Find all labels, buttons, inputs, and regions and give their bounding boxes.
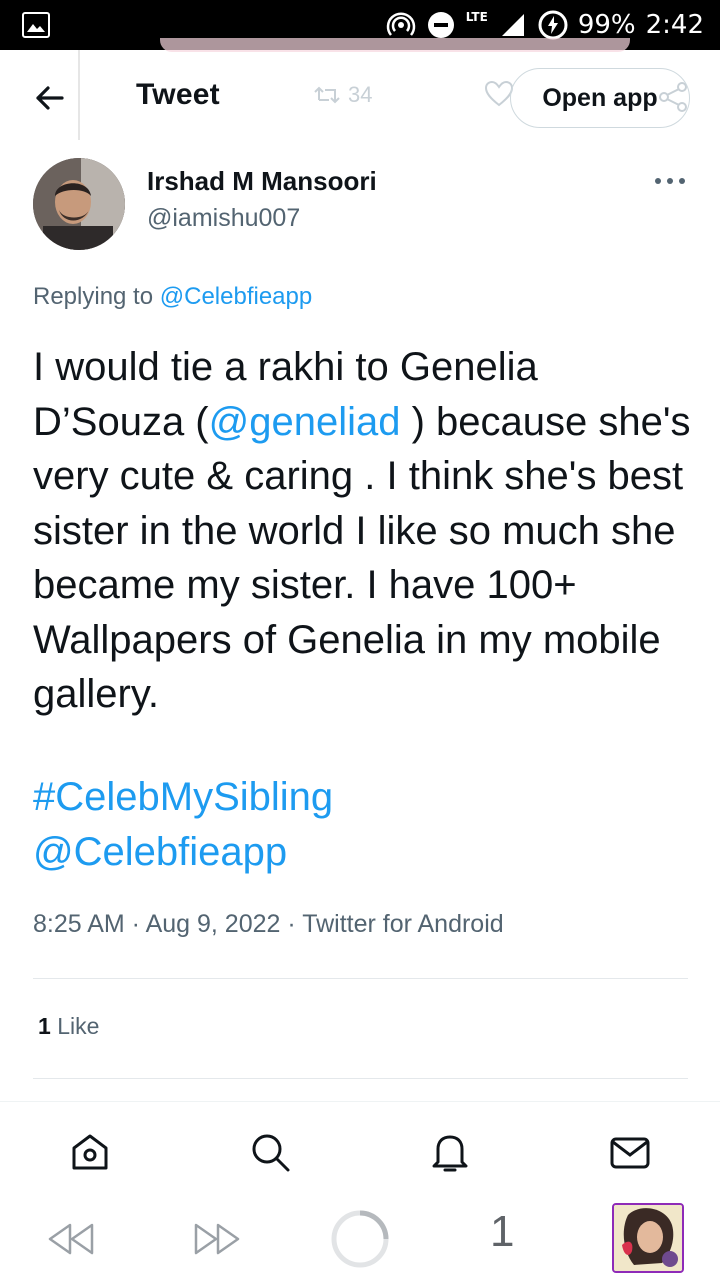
back-arrow-icon[interactable] bbox=[30, 78, 70, 118]
browser-toolbar: 1 bbox=[0, 1197, 720, 1280]
loading-spinner-icon[interactable] bbox=[330, 1209, 390, 1269]
tweet-header: Tweet Open app bbox=[0, 50, 720, 146]
page-title: Tweet bbox=[136, 78, 220, 111]
mention-link[interactable]: @geneliad bbox=[209, 400, 401, 444]
messages-icon[interactable] bbox=[608, 1130, 652, 1174]
search-icon[interactable] bbox=[248, 1130, 292, 1174]
author-handle[interactable]: @iamishu007 bbox=[147, 204, 300, 233]
mention-link[interactable]: @Celebfieapp bbox=[33, 825, 333, 880]
avatar[interactable] bbox=[33, 158, 125, 250]
likes-count[interactable]: 1 Like bbox=[38, 1013, 99, 1040]
bottom-nav bbox=[0, 1101, 720, 1197]
tweet-text: I would tie a rakhi to Genelia D’Souza (… bbox=[33, 340, 693, 722]
replying-mention-link[interactable]: @Celebfieapp bbox=[160, 283, 312, 310]
notifications-icon[interactable] bbox=[428, 1130, 472, 1174]
forward-nav-icon[interactable] bbox=[190, 1219, 242, 1259]
divider bbox=[33, 1078, 688, 1079]
tweet-text-part: ) because she's very cute & caring . I t… bbox=[33, 399, 691, 717]
tab-count[interactable]: 1 bbox=[490, 1207, 514, 1257]
open-app-button[interactable]: Open app bbox=[510, 68, 690, 128]
image-notification-icon bbox=[22, 12, 50, 38]
more-options-icon[interactable] bbox=[652, 168, 688, 194]
tweet-tags: #CelebMySibling @Celebfieapp bbox=[33, 770, 333, 879]
tab-thumbnail[interactable] bbox=[612, 1203, 684, 1273]
network-type: LTE bbox=[465, 10, 488, 24]
replying-to: Replying to @Celebfieapp bbox=[33, 283, 312, 311]
replying-prefix: Replying to bbox=[33, 283, 154, 310]
back-nav-icon[interactable] bbox=[46, 1219, 98, 1259]
do-not-disturb-icon bbox=[426, 10, 456, 40]
home-icon[interactable] bbox=[68, 1130, 112, 1174]
clock: 2:42 bbox=[645, 10, 704, 40]
hotspot-icon bbox=[386, 10, 416, 40]
hashtag-link[interactable]: #CelebMySibling bbox=[33, 770, 333, 825]
tweet-time[interactable]: 8:25 AM bbox=[33, 910, 125, 938]
battery-level: 99% bbox=[577, 10, 636, 40]
meta-separator: · bbox=[280, 910, 303, 938]
divider bbox=[33, 978, 688, 979]
signal-icon bbox=[498, 10, 528, 40]
tweet-meta: 8:25 AM · Aug 9, 2022 · Twitter for Andr… bbox=[33, 910, 504, 939]
tweet-source[interactable]: Twitter for Android bbox=[302, 910, 503, 938]
author-name[interactable]: Irshad M Mansoori bbox=[147, 166, 377, 197]
likes-label: Like bbox=[57, 1013, 100, 1039]
battery-saver-icon bbox=[538, 10, 568, 40]
meta-separator: · bbox=[124, 910, 146, 938]
tweet-date[interactable]: Aug 9, 2022 bbox=[146, 910, 281, 938]
likes-number: 1 bbox=[38, 1013, 51, 1039]
